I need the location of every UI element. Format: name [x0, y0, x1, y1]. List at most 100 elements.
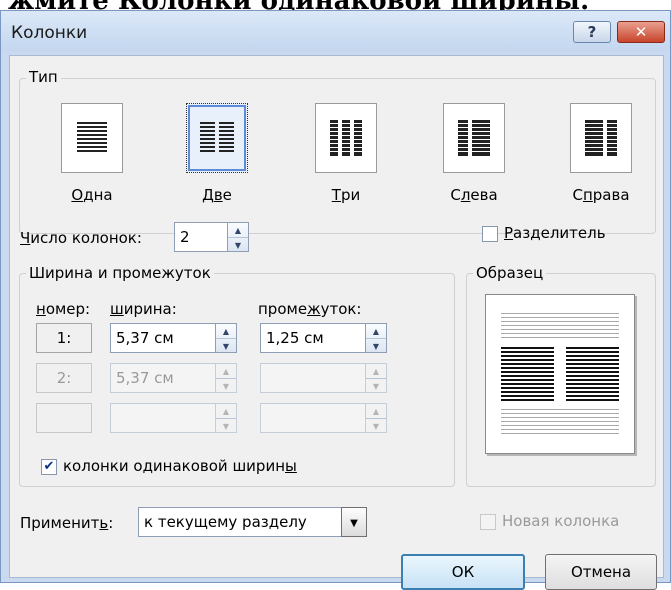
apply-to-select[interactable]: к текущему разделу [138, 507, 342, 537]
type-three-label-accel: Т [331, 186, 341, 204]
type-two-label[interactable]: Две [172, 186, 262, 204]
row-2-number: 2: [36, 363, 92, 393]
spinner-down-icon: ▼ [216, 418, 236, 433]
separator-label[interactable]: Разделитель [504, 224, 606, 242]
chevron-down-icon: ▼ [350, 517, 358, 529]
type-right-label[interactable]: Справа [556, 186, 646, 204]
equal-width-checkbox[interactable]: ✔ [41, 459, 57, 475]
type-right-label-accel: п [582, 186, 593, 204]
row-1-number: 1: [36, 323, 92, 353]
apply-to-label-rest: : [108, 514, 114, 532]
col-width-header-accel: ш [110, 300, 124, 318]
type-right-label-pre: С [572, 186, 583, 204]
type-one-label-rest: дна [83, 186, 113, 204]
equal-width-label-pre: колонки одинаковой ширин [63, 457, 286, 475]
type-left-label-pre: С [450, 186, 461, 204]
equal-width-label[interactable]: колонки одинаковой ширины [63, 457, 297, 475]
col-width-header: ширина: [110, 300, 177, 318]
num-columns-input[interactable]: 2 [174, 222, 228, 252]
page-preview-icon [501, 313, 619, 434]
type-one-label[interactable]: Одна [47, 186, 137, 204]
num-columns-spinner[interactable]: ▲ ▼ [227, 222, 249, 252]
equal-width-label-accel: ы [285, 457, 297, 475]
row-1-width-spinner[interactable]: ▲ ▼ [215, 323, 237, 353]
spinner-down-icon: ▼ [366, 418, 386, 433]
col-number-header: номер: [36, 300, 90, 318]
type-two-label-accel: в [213, 186, 223, 204]
new-column-checkbox [480, 514, 496, 530]
columns-dialog: Колонки ? ✕ Тип Одна Две Три Слева Справ… [0, 10, 671, 590]
type-one-label-accel: О [71, 186, 84, 204]
row-2-spacing-spinner: ▲ ▼ [365, 363, 387, 393]
row-3-width-spinner: ▲ ▼ [215, 403, 237, 433]
close-button[interactable]: ✕ [617, 21, 665, 43]
col-spacing-header-pre: проме [258, 300, 308, 318]
three-columns-icon [328, 120, 364, 156]
row-3-width-input [110, 403, 216, 433]
preview-page [485, 294, 635, 454]
row-1-spacing-spinner[interactable]: ▲ ▼ [365, 323, 387, 353]
title-bar[interactable]: Колонки ? ✕ [1, 11, 670, 51]
type-group-label: Тип [26, 68, 61, 86]
col-spacing-header-rest: уток: [320, 300, 362, 318]
spinner-up-icon: ▲ [222, 406, 230, 416]
num-columns-label-accel: Ч [20, 229, 31, 247]
two-columns-icon [200, 122, 234, 152]
type-two-button[interactable] [186, 103, 248, 173]
spinner-up-icon[interactable]: ▲ [366, 324, 386, 338]
type-two-label-pre: Д [202, 186, 214, 204]
spinner-up-icon: ▲ [222, 366, 230, 376]
num-columns-label: Число колонок: [20, 229, 142, 247]
type-three-label[interactable]: Три [301, 186, 391, 204]
help-button[interactable]: ? [573, 21, 611, 43]
apply-to-label-accel: ь [99, 514, 109, 532]
row-3-spacing-input [260, 403, 366, 433]
type-left-button[interactable] [443, 103, 505, 173]
col-width-header-rest: ирина: [123, 300, 177, 318]
row-3-number [36, 403, 92, 433]
type-three-label-rest: ри [340, 186, 361, 204]
spinner-down-icon[interactable]: ▼ [216, 338, 236, 353]
checkmark-icon: ✔ [43, 459, 55, 474]
row-1-width-input[interactable]: 5,37 см [110, 323, 216, 353]
spinner-up-icon[interactable]: ▲ [216, 324, 236, 338]
row-1-spacing-input[interactable]: 1,25 см [260, 323, 366, 353]
dialog-title: Колонки [11, 23, 88, 43]
row-2-width-input: 5,37 см [110, 363, 216, 393]
spinner-down-icon[interactable]: ▼ [228, 237, 248, 252]
separator-label-rest: азделитель [513, 224, 606, 242]
spinner-up-icon: ▲ [372, 406, 380, 416]
row-2-spacing-input [260, 363, 366, 393]
apply-to-dropdown-button[interactable]: ▼ [341, 507, 367, 537]
spinner-up-icon: ▲ [372, 366, 380, 376]
separator-label-accel: Р [504, 224, 514, 242]
apply-to-label-pre: Применит [20, 514, 100, 532]
row-3-spacing-spinner: ▲ ▼ [365, 403, 387, 433]
type-right-label-rest: рава [592, 186, 630, 204]
num-columns-label-rest: исло колонок: [30, 229, 142, 247]
type-three-button[interactable] [315, 103, 377, 173]
right-column-icon [583, 120, 619, 156]
col-number-header-rest: омер: [45, 300, 91, 318]
preview-group-label: Образец [473, 264, 547, 282]
type-right-button[interactable] [570, 103, 632, 173]
apply-to-label: Применить: [20, 514, 113, 532]
col-number-header-accel: н [36, 300, 46, 318]
type-two-label-rest: е [222, 186, 232, 204]
cancel-button[interactable]: Отмена [545, 554, 657, 590]
spinner-down-icon: ▼ [216, 378, 236, 393]
one-column-icon [74, 118, 110, 158]
dialog-client-area: Тип Одна Две Три Слева Справа Число коло… [9, 55, 664, 590]
left-column-icon [456, 120, 492, 156]
width-spacing-group-label: Ширина и промежуток [26, 264, 214, 282]
type-left-label[interactable]: Слева [429, 186, 519, 204]
spinner-up-icon[interactable]: ▲ [228, 223, 248, 237]
row-2-width-spinner: ▲ ▼ [215, 363, 237, 393]
type-left-label-rest: ева [470, 186, 498, 204]
type-one-button[interactable] [61, 103, 123, 173]
ok-button[interactable]: ОК [401, 554, 525, 590]
new-column-label: Новая колонка [502, 512, 620, 530]
spinner-down-icon: ▼ [366, 378, 386, 393]
separator-checkbox[interactable] [482, 226, 498, 242]
spinner-down-icon[interactable]: ▼ [366, 338, 386, 353]
